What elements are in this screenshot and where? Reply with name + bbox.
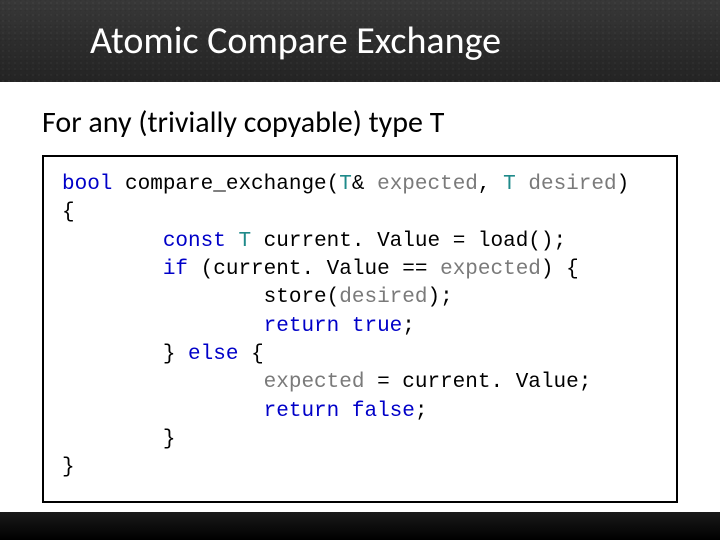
code-text <box>516 173 529 196</box>
code-type: T <box>238 230 251 253</box>
slide-subtitle: For any (trivially copyable) type T <box>0 82 720 155</box>
code-text: ; <box>402 315 415 338</box>
code-text <box>62 343 163 366</box>
code-keyword: return <box>264 315 340 338</box>
code-text: & <box>352 173 377 196</box>
code-text <box>62 230 163 253</box>
code-text: (current. Value == <box>188 258 440 281</box>
code-block: bool compare_exchange(T& expected, T des… <box>42 155 678 503</box>
code-text: , <box>478 173 503 196</box>
code-text: } <box>163 428 176 451</box>
code-text <box>62 286 264 309</box>
code-type: T <box>503 173 516 196</box>
code-type: T <box>339 173 352 196</box>
code-keyword: else <box>188 343 238 366</box>
code-text: ; <box>415 400 428 423</box>
code-text <box>339 315 352 338</box>
code-text <box>62 371 264 394</box>
code-text <box>226 230 239 253</box>
code-text <box>62 428 163 451</box>
code-keyword: false <box>352 400 415 423</box>
code-keyword: true <box>352 315 402 338</box>
footer-bar <box>0 512 720 540</box>
code-text: } <box>62 456 75 479</box>
code-var: expected <box>377 173 478 196</box>
code-text: ) { <box>541 258 579 281</box>
code-text: ) <box>617 173 630 196</box>
code-text <box>62 400 264 423</box>
code-text <box>62 258 163 281</box>
code-text: { <box>238 343 263 366</box>
code-keyword: bool <box>62 173 112 196</box>
code-var: expected <box>264 371 365 394</box>
code-var: expected <box>440 258 541 281</box>
code-keyword: const <box>163 230 226 253</box>
code-text <box>62 315 264 338</box>
code-keyword: return <box>264 400 340 423</box>
slide-title: Atomic Compare Exchange <box>90 18 501 64</box>
code-text: current. Value = load(); <box>251 230 566 253</box>
code-var: desired <box>528 173 616 196</box>
code-text: store( <box>264 286 340 309</box>
code-keyword: if <box>163 258 188 281</box>
code-text <box>339 400 352 423</box>
code-var: desired <box>339 286 427 309</box>
header-bar: Atomic Compare Exchange <box>0 0 720 82</box>
code-text: { <box>62 201 75 224</box>
code-text: } <box>163 343 188 366</box>
code-text: = current. Value; <box>364 371 591 394</box>
code-text: ); <box>427 286 452 309</box>
code-text: compare_exchange( <box>112 173 339 196</box>
